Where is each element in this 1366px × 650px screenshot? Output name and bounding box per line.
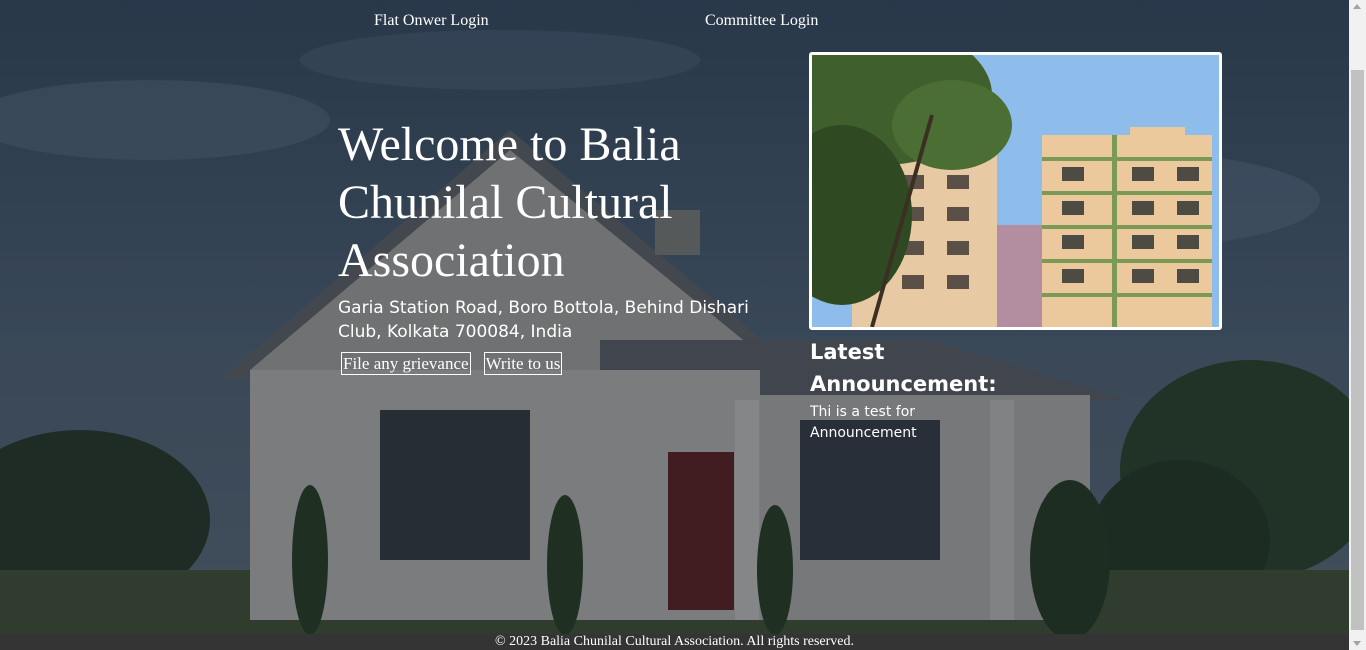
building-photo	[809, 52, 1222, 330]
hero-buttons: File any grievance Write to us	[341, 352, 798, 375]
vertical-scrollbar[interactable]	[1349, 0, 1366, 650]
address-text: Garia Station Road, Boro Bottola, Behind…	[338, 298, 749, 342]
write-to-us-button[interactable]: Write to us	[483, 352, 563, 375]
announcement-text: Thi is a test for Announcement	[810, 404, 917, 441]
page-title: Welcome to Balia Chunilal Cultural Assoc…	[338, 118, 681, 287]
scroll-up-arrow-icon[interactable]	[1353, 4, 1361, 9]
scroll-down-arrow-icon[interactable]	[1353, 641, 1361, 646]
scrollbar-thumb[interactable]	[1351, 70, 1364, 630]
announcement-section: Latest Announcement: Thi is a test for A…	[810, 336, 1010, 444]
committee-login-link[interactable]: Committee Login	[705, 12, 818, 30]
flat-owner-login-link[interactable]: Flat Onwer Login	[374, 12, 489, 30]
file-grievance-button[interactable]: File any grievance	[341, 352, 471, 375]
announcement-heading: Latest Announcement:	[810, 340, 997, 396]
footer-copyright: © 2023 Balia Chunilal Cultural Associati…	[0, 634, 1349, 650]
hero-section: Welcome to Balia Chunilal Cultural Assoc…	[338, 116, 798, 375]
